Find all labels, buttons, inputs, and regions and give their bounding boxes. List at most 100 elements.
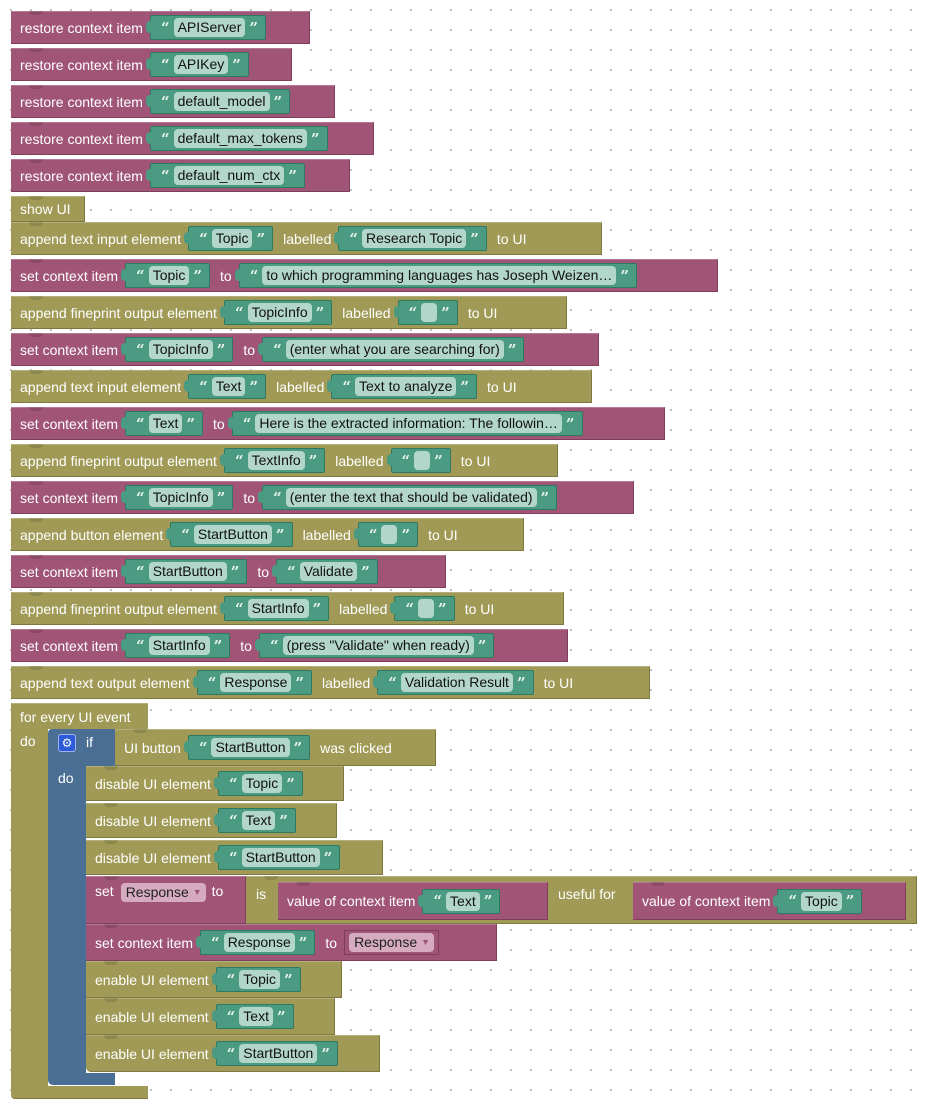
set-context-block[interactable]: set context item “TopicInfo” to “(enter … <box>11 481 634 514</box>
enable-ui-element-block[interactable]: enable UI element “Topic” <box>86 961 342 998</box>
append-element-block[interactable]: append button element “StartButton” labe… <box>11 518 524 551</box>
string-block[interactable]: “StartButton” <box>213 845 341 870</box>
text-field[interactable]: Here is the extracted information: The f… <box>255 414 562 433</box>
is-useful-for-block[interactable]: is value of context item “Text” useful f… <box>246 876 917 924</box>
string-block[interactable]: “StartButton” <box>121 559 248 584</box>
text-field[interactable]: (press "Validate" when ready) <box>282 636 474 655</box>
show-ui-block[interactable]: show UI <box>11 196 85 222</box>
string-block[interactable]: “APIKey” <box>145 52 249 77</box>
string-block[interactable]: “Text” <box>213 808 296 833</box>
text-field[interactable]: TopicInfo <box>148 340 213 359</box>
string-block[interactable]: “default_max_tokens” <box>145 126 328 151</box>
text-field[interactable] <box>421 303 438 322</box>
text-field[interactable]: Text to analyze <box>355 377 457 396</box>
restore-block[interactable]: restore context item “default_max_tokens… <box>11 122 374 155</box>
string-block[interactable]: “StartButton” <box>183 735 311 760</box>
string-block[interactable]: “Topic” <box>211 967 301 992</box>
text-field[interactable] <box>418 599 435 618</box>
text-field[interactable]: Topic <box>241 774 283 793</box>
string-block[interactable]: “Text” <box>184 374 267 399</box>
text-field[interactable]: Validation Result <box>400 673 513 692</box>
gear-icon[interactable]: ⚙ <box>58 734 76 752</box>
string-block[interactable]: “” <box>386 448 451 473</box>
append-element-block[interactable]: append fineprint output element “TopicIn… <box>11 296 567 329</box>
set-context-block[interactable]: set context item “Topic” to “to which pr… <box>11 259 718 292</box>
string-block[interactable]: “TopicInfo” <box>121 337 234 362</box>
text-field[interactable]: Text <box>239 1007 273 1026</box>
string-block[interactable]: “Validation Result” <box>373 670 534 695</box>
text-field[interactable]: TopicInfo <box>148 488 213 507</box>
string-block[interactable]: “(enter what you are searching for)” <box>258 337 525 362</box>
string-block[interactable]: “Topic” <box>121 263 211 288</box>
text-field[interactable]: StartButton <box>239 1044 318 1063</box>
text-field[interactable]: StartButton <box>148 562 227 581</box>
text-field[interactable]: (enter what you are searching for) <box>285 340 504 359</box>
variable-getter-block[interactable]: Response ▼ <box>344 930 440 955</box>
string-block[interactable]: “Response” <box>192 670 313 695</box>
text-field[interactable]: APIKey <box>173 55 229 74</box>
string-block[interactable]: “Text” <box>418 888 501 914</box>
set-variable-block[interactable]: set Response ▼ to <box>86 876 246 924</box>
disable-ui-element-block[interactable]: disable UI element “StartButton” <box>86 840 383 875</box>
disable-ui-element-block[interactable]: disable UI element “Text” <box>86 803 337 838</box>
restore-block[interactable]: restore context item “default_num_ctx” <box>11 159 350 192</box>
string-block[interactable]: “(enter the text that should be validate… <box>258 485 558 510</box>
text-field[interactable]: TopicInfo <box>247 303 312 322</box>
set-context-block[interactable]: set context item “StartButton” to “Valid… <box>11 555 446 588</box>
text-field[interactable]: Text <box>241 811 276 830</box>
text-field[interactable]: TextInfo <box>247 451 305 470</box>
set-context-block[interactable]: set context item “Text” to “Here is the … <box>11 407 665 440</box>
ui-button-clicked-block[interactable]: UI button “StartButton” was clicked <box>115 729 436 766</box>
text-field[interactable]: (enter the text that should be validated… <box>285 488 537 507</box>
string-block[interactable]: “Text” <box>121 411 204 436</box>
string-block[interactable]: “” <box>353 522 419 547</box>
text-field[interactable] <box>381 525 398 544</box>
text-field[interactable]: default_num_ctx <box>173 166 285 185</box>
variable-dropdown[interactable]: Response ▼ <box>120 883 206 902</box>
string-block[interactable]: “StartInfo” <box>121 633 231 658</box>
string-block[interactable]: “StartButton” <box>166 522 293 547</box>
append-element-block[interactable]: append text output element “Response” la… <box>11 666 650 699</box>
enable-ui-element-block[interactable]: enable UI element “StartButton” <box>86 1035 380 1072</box>
restore-block[interactable]: restore context item “APIServer” <box>11 11 310 44</box>
text-field[interactable]: default_max_tokens <box>173 129 307 148</box>
string-block[interactable]: “Text” <box>211 1004 294 1029</box>
restore-block[interactable]: restore context item “APIKey” <box>11 48 292 81</box>
string-block[interactable]: “TopicInfo” <box>121 485 234 510</box>
string-block[interactable]: “APIServer” <box>145 15 267 40</box>
variable-dropdown[interactable]: Response ▼ <box>349 933 435 952</box>
string-block[interactable]: “to which programming languages has Jose… <box>234 263 638 288</box>
text-field[interactable]: to which programming languages has Josep… <box>262 266 617 285</box>
string-block[interactable]: “StartButton” <box>211 1041 338 1066</box>
text-field[interactable]: StartButton <box>241 848 320 867</box>
string-block[interactable]: “Research Topic” <box>334 226 487 251</box>
context-value-block[interactable]: value of context item “Text” <box>278 882 548 920</box>
enable-ui-element-block[interactable]: enable UI element “Text” <box>86 998 335 1035</box>
set-context-block[interactable]: set context item “TopicInfo” to “(enter … <box>11 333 599 366</box>
string-block[interactable]: “Topic” <box>213 771 303 796</box>
set-context-block[interactable]: set context item “StartInfo” to “(press … <box>11 629 568 662</box>
text-field[interactable]: Topic <box>148 266 190 285</box>
context-value-block[interactable]: value of context item “Topic” <box>633 882 906 920</box>
text-field[interactable]: StartButton <box>193 525 272 544</box>
set-context-block[interactable]: set context item “Response” to Response ▼ <box>86 924 497 961</box>
string-block[interactable]: “default_model” <box>145 89 291 114</box>
text-field[interactable]: Text <box>148 414 183 433</box>
string-block[interactable]: “Here is the extracted information: The … <box>227 411 583 436</box>
append-element-block[interactable]: append fineprint output element “StartIn… <box>11 592 564 625</box>
string-block[interactable]: “TopicInfo” <box>219 300 333 325</box>
string-block[interactable]: “Topic” <box>773 888 863 914</box>
string-block[interactable]: “(press "Validate" when ready)” <box>254 633 495 658</box>
string-block[interactable]: “Validate” <box>272 559 378 584</box>
disable-ui-element-block[interactable]: disable UI element “Topic” <box>86 766 344 801</box>
text-field[interactable]: StartInfo <box>247 599 309 618</box>
append-element-block[interactable]: append fineprint output element “TextInf… <box>11 444 558 477</box>
text-field[interactable]: StartButton <box>211 738 290 757</box>
string-block[interactable]: “Response” <box>196 930 316 955</box>
text-field[interactable]: Topic <box>801 891 842 911</box>
string-block[interactable]: “” <box>390 596 455 621</box>
text-field[interactable]: Research Topic <box>362 229 467 248</box>
text-field[interactable]: APIServer <box>173 18 246 37</box>
string-block[interactable]: “StartInfo” <box>219 596 330 621</box>
string-block[interactable]: “default_num_ctx” <box>145 163 305 188</box>
